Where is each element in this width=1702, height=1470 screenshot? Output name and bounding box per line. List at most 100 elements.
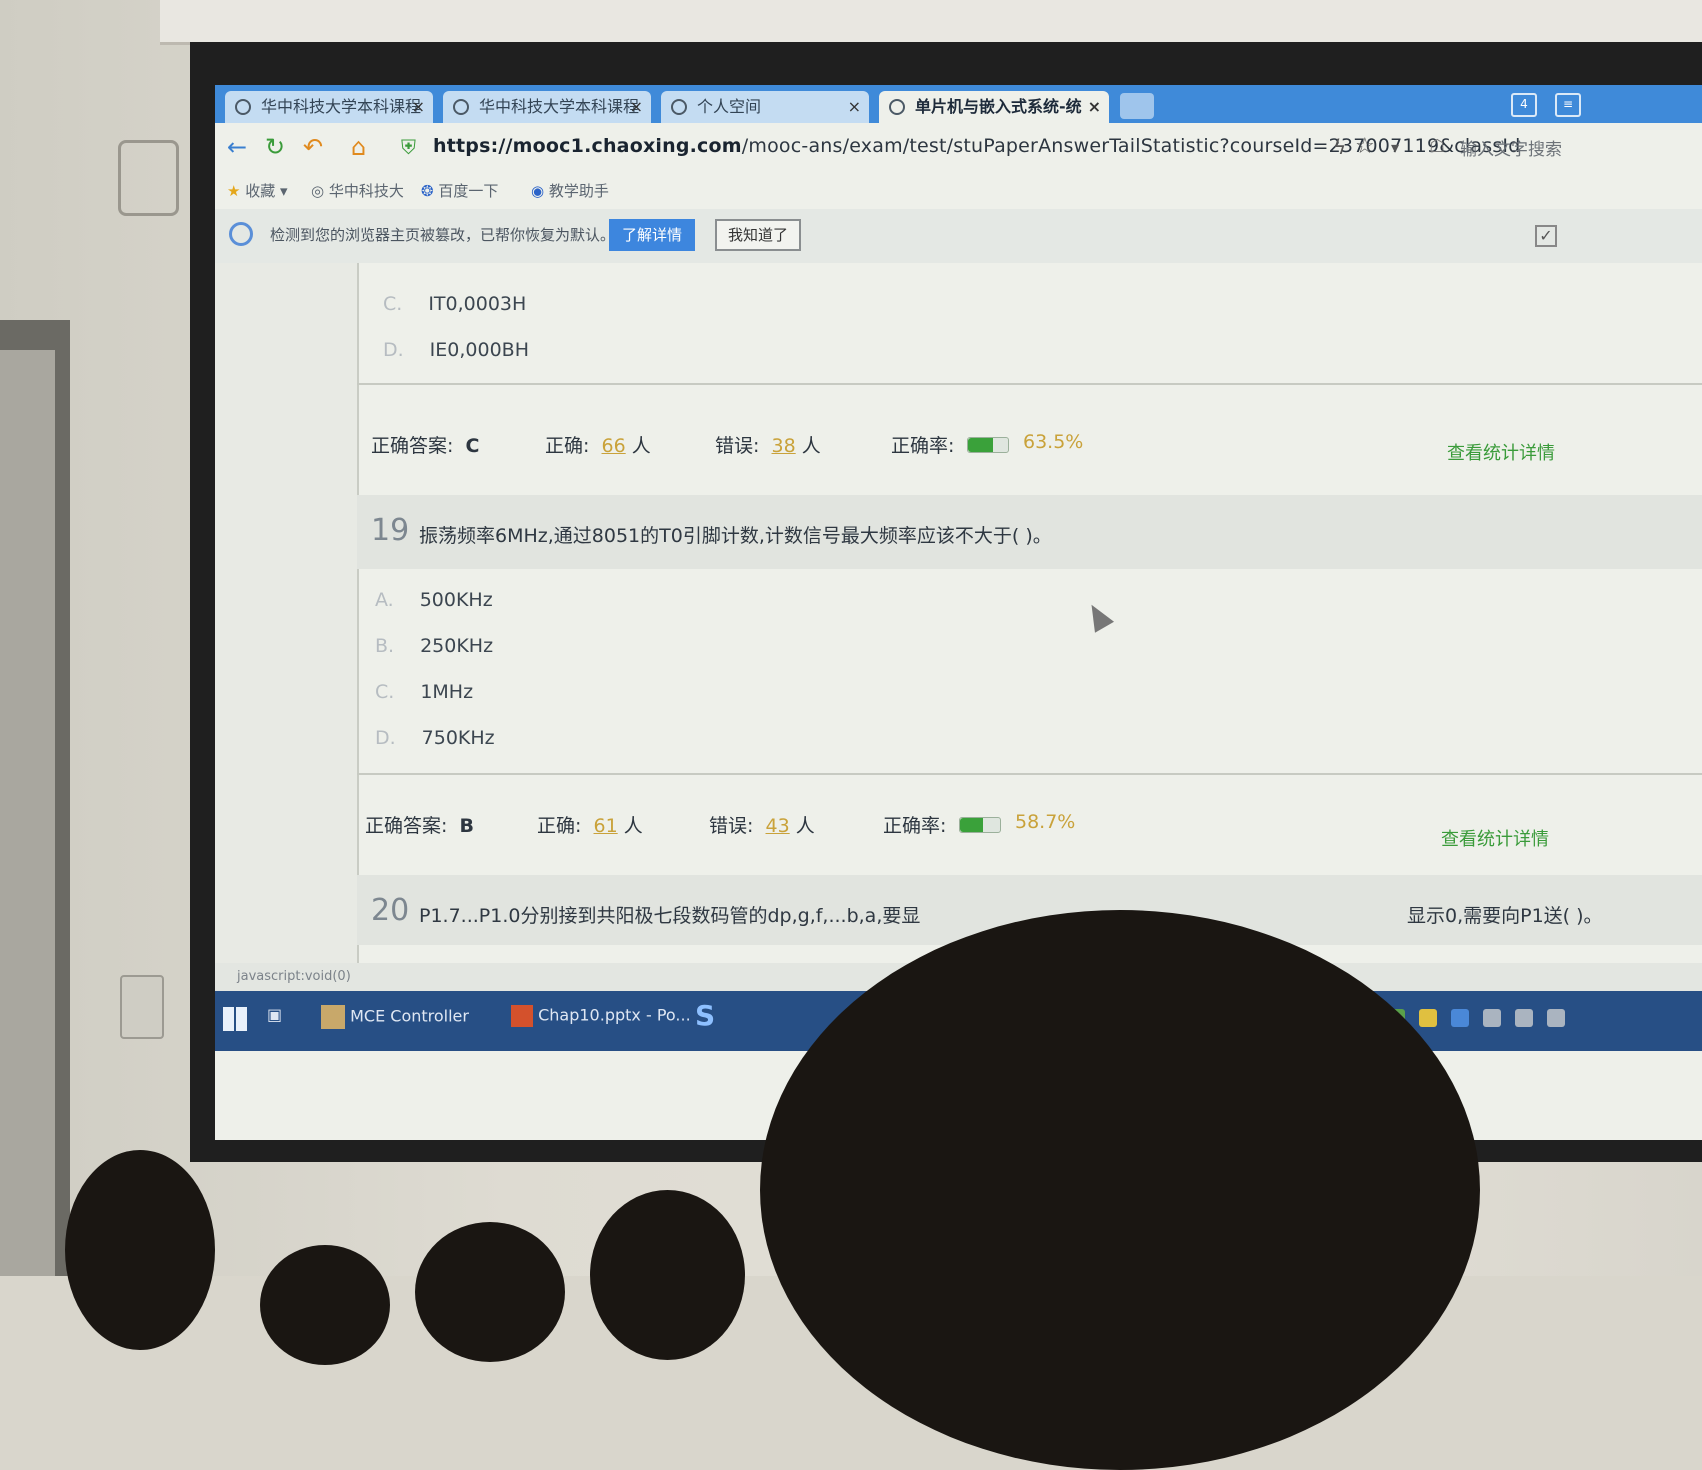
bookmark-label: 教学助手 xyxy=(548,182,609,200)
star-icon[interactable]: ☆ xyxy=(1355,134,1375,159)
correct-answer: 正确答案: B xyxy=(365,811,474,838)
option-text: 250KHz xyxy=(420,635,494,657)
accuracy-bar-fill xyxy=(960,818,984,832)
question-number: 19 xyxy=(371,513,410,548)
back-icon[interactable]: ← xyxy=(227,133,247,161)
search-input[interactable]: 输入文字搜索 xyxy=(1460,135,1562,160)
shield-icon[interactable] xyxy=(1419,1009,1437,1027)
powerpoint-icon xyxy=(511,1005,533,1027)
task-view-icon[interactable]: ▣ xyxy=(267,1005,282,1024)
tab-label: 华中科技大学本科课程 xyxy=(261,97,422,116)
option-b: B. 250KHz xyxy=(375,635,493,657)
audience-head xyxy=(65,1150,215,1350)
divider xyxy=(357,773,1702,775)
option-text: IE0,000BH xyxy=(429,339,529,361)
security-icon[interactable] xyxy=(1451,1009,1469,1027)
question-text: 振荡频率6MHz,通过8051的T0引脚计数,计数信号最大频率应该不大于( )。 xyxy=(419,525,1052,547)
accuracy-bar xyxy=(967,437,1009,453)
correct-value[interactable]: 61 xyxy=(594,815,618,837)
bookmark-baidu[interactable]: ❂ 百度一下 xyxy=(421,180,498,201)
bookmark-teaching-assistant[interactable]: ◉ 教学助手 xyxy=(531,180,609,201)
home-icon[interactable]: ⌂ xyxy=(351,133,366,161)
question-19-header: 19 振荡频率6MHz,通过8051的T0引脚计数,计数信号最大频率应该不大于(… xyxy=(357,495,1702,569)
view-details-link[interactable]: 查看统计详情 xyxy=(1447,439,1555,465)
globe-icon xyxy=(453,99,469,115)
learn-more-button[interactable]: 了解详情 xyxy=(609,219,695,251)
tab-course-1[interactable]: 华中科技大学本科课程 × xyxy=(225,91,433,123)
usb-icon[interactable] xyxy=(1483,1009,1501,1027)
wrong-value[interactable]: 38 xyxy=(772,435,796,457)
taskbar-label: MCE Controller xyxy=(350,1006,469,1026)
divider xyxy=(357,383,1702,385)
bookmark-label: 收藏 xyxy=(245,182,276,200)
globe-icon: ◎ xyxy=(311,182,325,200)
close-icon[interactable]: × xyxy=(848,91,861,123)
audience-head xyxy=(590,1190,745,1360)
audience-head xyxy=(260,1245,390,1365)
wrong-count: 错误: 43 人 xyxy=(709,811,815,838)
globe-icon xyxy=(671,99,687,115)
close-icon[interactable]: × xyxy=(1088,91,1101,123)
menu-icon[interactable]: ≡ xyxy=(1555,93,1581,117)
checkbox-icon[interactable]: ✓ xyxy=(1535,225,1557,247)
tab-personal-space[interactable]: 个人空间 × xyxy=(661,91,869,123)
browser-tab-bar: 华中科技大学本科课程 × 华中科技大学本科课程 × 个人空间 × 单片机与嵌入式… xyxy=(215,85,1702,123)
refresh-icon[interactable]: ↻ xyxy=(265,133,285,161)
unit: 人 xyxy=(623,815,643,837)
option-letter: B. xyxy=(375,635,395,657)
accuracy-bar xyxy=(959,817,1001,833)
lightning-icon[interactable]: ϟ xyxy=(1333,135,1346,159)
option-letter: D. xyxy=(375,727,396,749)
homepage-notice-bar: 检测到您的浏览器主页被篡改，已帮你恢复为默认。 了解详情 我知道了 ✓ xyxy=(215,209,1702,264)
correct-value[interactable]: 66 xyxy=(602,435,626,457)
answer-label: 正确答案: xyxy=(365,815,448,837)
mouse-cursor-icon xyxy=(1081,599,1115,633)
volume-icon[interactable] xyxy=(1547,1009,1565,1027)
view-details-link[interactable]: 查看统计详情 xyxy=(1441,825,1549,851)
close-icon[interactable]: × xyxy=(630,91,643,123)
new-tab-button[interactable] xyxy=(1120,93,1154,119)
correct-answer: 正确答案: C xyxy=(371,431,479,458)
bookmark-favorites[interactable]: ★ 收藏 ▾ xyxy=(227,180,288,201)
address-bar: ← ↻ ↶ ⌂ ⛨ https://mooc1.chaoxing.com/moo… xyxy=(215,123,1702,172)
taskbar-powerpoint[interactable]: Chap10.pptx - Po... xyxy=(511,1005,691,1027)
question-text-end: 显示0,需要向P1送( )。 xyxy=(1407,905,1603,927)
accuracy-bar-fill xyxy=(968,438,994,452)
star-icon: ★ xyxy=(227,182,241,200)
taskbar-label: Chap10.pptx - Po... xyxy=(538,1005,691,1025)
windows-start-icon[interactable] xyxy=(223,1007,247,1031)
baidu-icon: ❂ xyxy=(421,182,434,200)
tab-embedded-systems[interactable]: 单片机与嵌入式系统-统 × xyxy=(879,91,1109,123)
url-host: https://mooc1.chaoxing.com xyxy=(433,135,742,157)
bookmarks-bar: ★ 收藏 ▾ ◎ 华中科技大 ❂ 百度一下 ◉ 教学助手 xyxy=(215,171,1702,209)
option-letter: C. xyxy=(375,681,395,703)
info-icon xyxy=(229,222,253,246)
bookmark-hust[interactable]: ◎ 华中科技大 xyxy=(311,180,404,201)
answer-value: B xyxy=(459,815,474,837)
correct-label: 正确: xyxy=(545,435,590,457)
unit: 人 xyxy=(801,435,821,457)
option-text: 750KHz xyxy=(421,727,495,749)
answer-label: 正确答案: xyxy=(371,435,454,457)
exam-statistics-content: C. IT0,0003H D. IE0,000BH 正确答案: C 正确: 66 人… xyxy=(215,263,1702,963)
tab-list-icon[interactable]: 4 xyxy=(1511,93,1537,117)
tab-course-2[interactable]: 华中科技大学本科课程 × xyxy=(443,91,651,123)
option-d: D. IE0,000BH xyxy=(383,339,529,361)
browser-taskbar-icon[interactable]: S xyxy=(695,999,715,1032)
rate-label: 正确率: xyxy=(883,815,947,837)
search-engine-icon[interactable]: ☖ xyxy=(1429,136,1445,157)
dismiss-button[interactable]: 我知道了 xyxy=(715,219,801,251)
wrong-label: 错误: xyxy=(715,435,760,457)
chevron-down-icon[interactable]: ▾ xyxy=(1391,138,1399,157)
option-a: A. 500KHz xyxy=(375,589,493,611)
close-icon[interactable]: × xyxy=(412,91,425,123)
left-gutter xyxy=(215,263,359,963)
option-text: IT0,0003H xyxy=(428,293,527,315)
question-text-start: P1.7...P1.0分别接到共阳极七段数码管的dp,g,f,...b,a,要显 xyxy=(419,905,921,927)
unit: 人 xyxy=(795,815,815,837)
door xyxy=(0,350,55,1276)
wrong-value[interactable]: 43 xyxy=(766,815,790,837)
taskbar-mce-controller[interactable]: MCE Controller xyxy=(321,1005,469,1029)
undo-icon[interactable]: ↶ xyxy=(303,133,323,161)
network-icon[interactable] xyxy=(1515,1009,1533,1027)
